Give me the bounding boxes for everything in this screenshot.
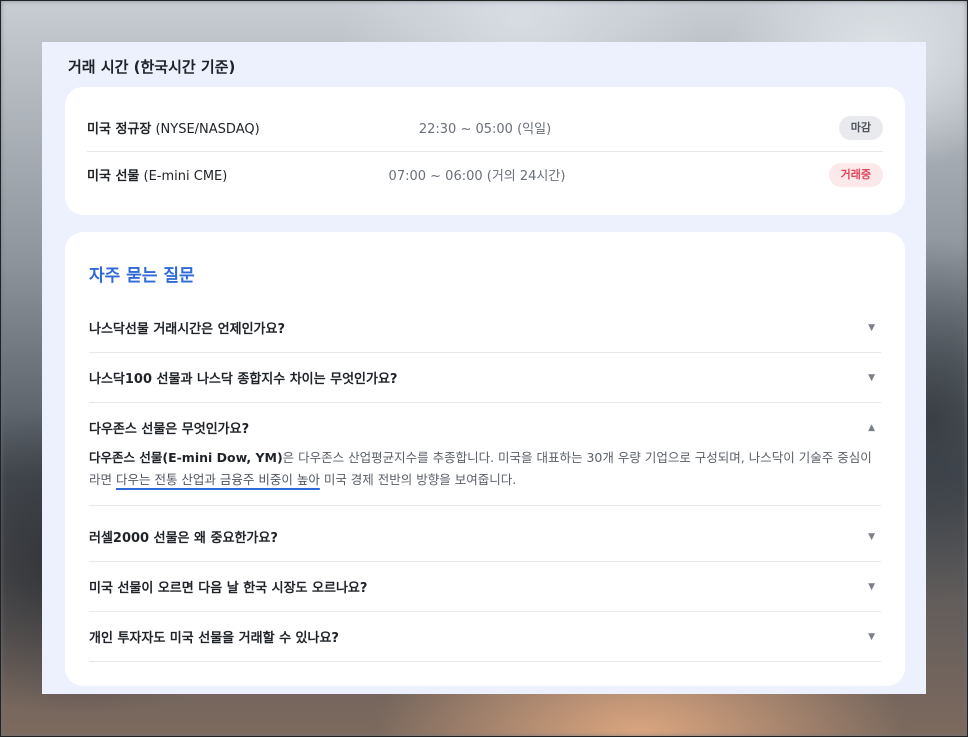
- faq-question-toggle[interactable]: 미국 선물이 오르면 다음 날 한국 시장도 오르나요? ▼: [89, 562, 881, 611]
- faq-item-nasdaq-hours: 나스닥선물 거래시간은 언제인가요? ▼: [89, 303, 881, 353]
- faq-question-text: 미국 선물이 오르면 다음 날 한국 시장도 오르나요?: [89, 581, 368, 596]
- hours-row-us-regular: 미국 정규장 (NYSE/NASDAQ) 22:30 ~ 05:00 (익일) …: [87, 104, 883, 152]
- hours-row-us-futures: 미국 선물 (E-mini CME) 07:00 ~ 06:00 (거의 24시…: [87, 151, 883, 198]
- content-panel: 거래 시간 (한국시간 기준) 미국 정규장 (NYSE/NASDAQ) 22:…: [42, 42, 926, 694]
- chevron-down-icon: ▼: [868, 531, 875, 542]
- faq-card: 자주 묻는 질문 나스닥선물 거래시간은 언제인가요? ▼ 나스닥100 선물과…: [65, 232, 905, 686]
- faq-title: 자주 묻는 질문: [89, 266, 195, 286]
- status-badge-closed: 마감: [838, 115, 883, 140]
- faq-question-text: 나스닥100 선물과 나스닥 종합지수 차이는 무엇인가요?: [89, 372, 398, 387]
- faq-question-text: 러셀2000 선물은 왜 중요한가요?: [89, 531, 278, 546]
- faq-answer: 다우존스 선물(E-mini Dow, YM)은 다우존스 산업평균지수를 추종…: [89, 447, 881, 505]
- chevron-down-icon: ▼: [868, 581, 875, 592]
- faq-question-toggle[interactable]: 개인 투자자도 미국 선물을 거래할 수 있나요? ▼: [89, 612, 881, 661]
- faq-item-korea-market: 미국 선물이 오르면 다음 날 한국 시장도 오르나요? ▼: [89, 562, 881, 612]
- market-name-sub: (E-mini CME): [139, 169, 228, 184]
- faq-question-text: 다우존스 선물은 무엇인가요?: [89, 422, 250, 437]
- faq-question-toggle[interactable]: 나스닥100 선물과 나스닥 종합지수 차이는 무엇인가요? ▼: [89, 353, 881, 402]
- faq-answer-bold: 다우존스 선물(E-mini Dow, YM): [89, 450, 283, 465]
- faq-question-toggle[interactable]: 다우존스 선물은 무엇인가요? ▲: [89, 403, 881, 452]
- chevron-down-icon: ▼: [868, 322, 875, 333]
- faq-answer-text-end: 미국 경제 전반의 방향을 보여줍니다.: [319, 472, 517, 487]
- faq-item-nasdaq100-diff: 나스닥100 선물과 나스닥 종합지수 차이는 무엇인가요? ▼: [89, 353, 881, 403]
- chevron-up-icon: ▲: [868, 422, 875, 433]
- faq-question-text: 개인 투자자도 미국 선물을 거래할 수 있나요?: [89, 631, 339, 646]
- chevron-down-icon: ▼: [868, 631, 875, 642]
- faq-item-individual-investor: 개인 투자자도 미국 선물을 거래할 수 있나요? ▼: [89, 612, 881, 662]
- market-name: 미국 선물 (E-mini CME): [87, 165, 387, 184]
- faq-question-text: 나스닥선물 거래시간은 언제인가요?: [89, 322, 285, 337]
- market-name-main: 미국 선물: [87, 169, 140, 184]
- faq-item-dow-futures: 다우존스 선물은 무엇인가요? ▲ 다우존스 선물(E-mini Dow, YM…: [89, 403, 881, 506]
- faq-question-toggle[interactable]: 러셀2000 선물은 왜 중요한가요? ▼: [89, 512, 881, 561]
- faq-question-toggle[interactable]: 나스닥선물 거래시간은 언제인가요? ▼: [89, 303, 881, 352]
- market-name: 미국 정규장 (NYSE/NASDAQ): [87, 118, 387, 137]
- trading-hours-title: 거래 시간 (한국시간 기준): [68, 58, 236, 76]
- faq-item-russell2000: 러셀2000 선물은 왜 중요한가요? ▼: [89, 512, 881, 562]
- status-badge-open: 거래중: [828, 162, 883, 187]
- faq-answer-highlight: 다우는 전통 산업과 금융주 비중이 높아: [115, 472, 320, 487]
- chevron-down-icon: ▼: [868, 372, 875, 383]
- market-name-sub: (NYSE/NASDAQ): [151, 122, 260, 137]
- trading-hours-card: 미국 정규장 (NYSE/NASDAQ) 22:30 ~ 05:00 (익일) …: [65, 87, 905, 215]
- market-name-main: 미국 정규장: [87, 122, 152, 137]
